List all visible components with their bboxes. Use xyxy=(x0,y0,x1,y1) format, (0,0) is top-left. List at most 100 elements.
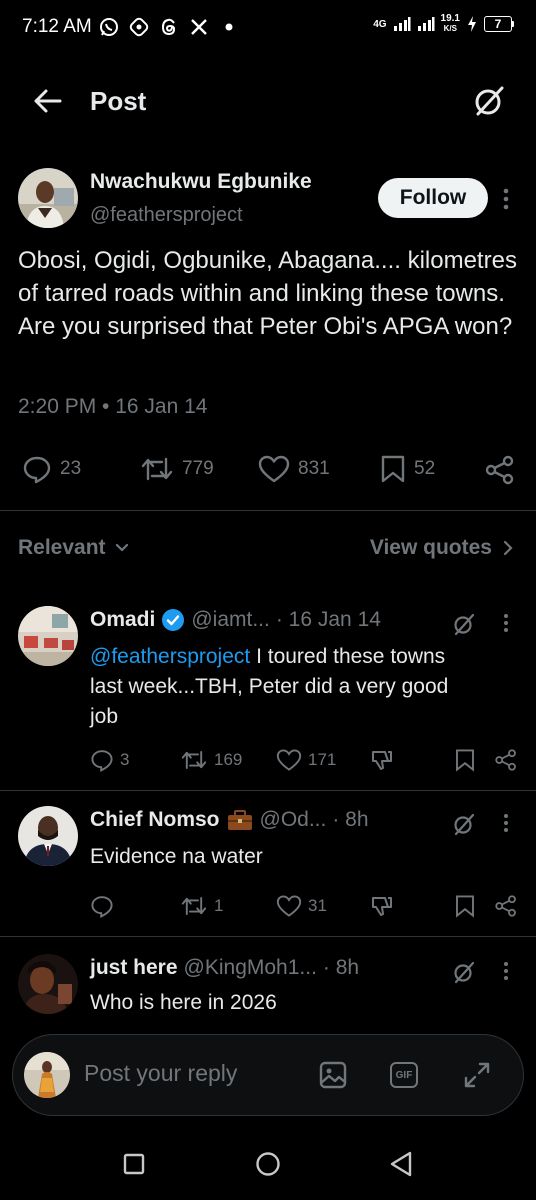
dot-icon xyxy=(218,16,240,38)
battery-icon: 7 xyxy=(484,16,514,32)
gif-button[interactable]: GIF xyxy=(390,1062,418,1088)
reply-icon xyxy=(91,896,113,918)
author-handle[interactable]: @feathersproject xyxy=(90,204,243,227)
reply-reply-button[interactable] xyxy=(90,894,120,918)
reply-more-button[interactable] xyxy=(500,960,512,982)
reply-like-button[interactable]: 171 xyxy=(276,748,336,772)
reply-text: @feathersproject I toured these towns la… xyxy=(90,642,470,732)
reply-more-button[interactable] xyxy=(500,612,512,634)
whatsapp-icon xyxy=(98,16,120,38)
chevron-right-icon xyxy=(503,540,513,556)
like-button[interactable]: 831 xyxy=(258,454,330,484)
home-button[interactable] xyxy=(254,1150,282,1178)
dislike-button[interactable] xyxy=(370,894,394,918)
expand-icon xyxy=(464,1062,490,1088)
more-vertical-icon xyxy=(503,188,509,210)
grok-button[interactable] xyxy=(452,812,476,836)
bookmark-button[interactable]: 52 xyxy=(380,454,435,484)
thumbs-down-icon xyxy=(372,751,392,770)
reply-time: · 8h xyxy=(322,956,360,979)
grok-button[interactable] xyxy=(472,84,506,118)
page-title: Post xyxy=(90,86,147,116)
reply-count: 3 xyxy=(120,750,130,769)
gif-icon: GIF xyxy=(390,1062,418,1088)
reply-text: Evidence na water xyxy=(90,845,263,868)
like-count: 831 xyxy=(298,458,330,479)
mention-link[interactable]: @feathersproject xyxy=(90,645,250,668)
reply-avatar-omadi[interactable] xyxy=(18,606,78,666)
chevron-down-icon xyxy=(115,543,128,552)
reply-author-handle[interactable]: @KingMoh1... xyxy=(184,956,317,980)
share-icon xyxy=(485,455,514,485)
reply-author-handle[interactable]: @iamt... xyxy=(191,608,270,632)
repost-button[interactable]: 779 xyxy=(140,454,214,484)
grok-icon xyxy=(454,961,475,984)
reply-share-button[interactable] xyxy=(494,748,518,772)
share-icon xyxy=(495,749,516,771)
grok-icon xyxy=(454,813,475,836)
image-icon xyxy=(319,1061,347,1089)
reply-bookmark-button[interactable] xyxy=(454,748,476,772)
reply-time: · 8h xyxy=(332,808,369,831)
grok-button[interactable] xyxy=(452,960,476,984)
reply-author-name[interactable]: Omadi xyxy=(90,608,155,632)
recent-apps-button[interactable] xyxy=(122,1152,146,1176)
repost-count: 169 xyxy=(214,750,243,769)
bookmark-icon xyxy=(381,455,405,483)
reply-avatar-chief-nomso[interactable] xyxy=(18,806,78,866)
repost-icon xyxy=(181,751,207,769)
circle-icon xyxy=(256,1152,280,1176)
reply-repost-button[interactable]: 169 xyxy=(180,748,242,772)
triangle-back-icon xyxy=(390,1151,412,1177)
grok-icon xyxy=(454,613,475,636)
grok-icon xyxy=(475,86,504,116)
post-timestamp: 2:20 PM • 16 Jan 14 xyxy=(18,395,208,418)
reply-share-button[interactable] xyxy=(494,894,518,918)
post-text: Obosi, Ogidi, Ogbunike, Abagana.... kilo… xyxy=(18,247,517,340)
reply-author-handle[interactable]: @Od... xyxy=(260,808,327,832)
app-icon xyxy=(128,16,150,38)
author-name[interactable]: Nwachukwu Egbunike xyxy=(90,170,312,194)
network-type: 4G xyxy=(373,18,387,30)
heart-icon xyxy=(276,749,302,771)
status-time: 7:12 AM xyxy=(22,16,92,37)
status-right: 4G 19.1 K/S 7 xyxy=(373,14,514,34)
reply-avatar-just-here[interactable] xyxy=(18,954,78,1014)
reply-repost-button[interactable]: 1 xyxy=(180,894,223,918)
reply-text: Who is here in 2026 xyxy=(90,991,277,1014)
relevant-label: Relevant xyxy=(18,536,106,559)
share-button[interactable] xyxy=(484,454,516,486)
reply-author-name[interactable]: just here xyxy=(90,956,178,980)
more-options-button[interactable] xyxy=(498,186,514,212)
reply-header: Omadi @iamt... · 16 Jan 14 xyxy=(90,608,381,632)
reply-author-name[interactable]: Chief Nomso xyxy=(90,808,220,832)
reply-input[interactable]: Post your reply xyxy=(84,1060,237,1087)
grok-button[interactable] xyxy=(452,612,476,636)
more-vertical-icon xyxy=(504,962,508,980)
view-quotes-link[interactable]: View quotes xyxy=(370,536,514,560)
back-button[interactable] xyxy=(30,86,64,116)
like-count: 171 xyxy=(308,750,337,769)
repost-count: 1 xyxy=(214,896,224,915)
dislike-button[interactable] xyxy=(370,748,394,772)
thumbs-down-icon xyxy=(372,897,392,916)
reply-like-button[interactable]: 31 xyxy=(276,894,327,918)
reply-button[interactable]: 23 xyxy=(22,454,81,484)
reply-reply-button[interactable]: 3 xyxy=(90,748,129,772)
network-speed: 19.1 K/S xyxy=(440,13,460,34)
my-avatar xyxy=(24,1052,70,1098)
relevant-dropdown[interactable]: Relevant xyxy=(18,536,130,560)
signal-icon xyxy=(393,17,411,31)
heart-icon xyxy=(276,895,302,917)
image-button[interactable] xyxy=(318,1060,348,1090)
status-app-icons xyxy=(98,16,240,38)
repost-count: 779 xyxy=(182,458,214,479)
reply-time: · 16 Jan 14 xyxy=(275,608,381,631)
expand-button[interactable] xyxy=(462,1060,492,1090)
reply-bookmark-button[interactable] xyxy=(454,894,476,918)
reply-more-button[interactable] xyxy=(500,812,512,834)
reply-header: Chief Nomso @Od... · 8h xyxy=(90,808,369,832)
author-avatar[interactable] xyxy=(18,168,78,228)
back-nav-button[interactable] xyxy=(388,1150,414,1178)
follow-button[interactable]: Follow xyxy=(378,178,488,218)
